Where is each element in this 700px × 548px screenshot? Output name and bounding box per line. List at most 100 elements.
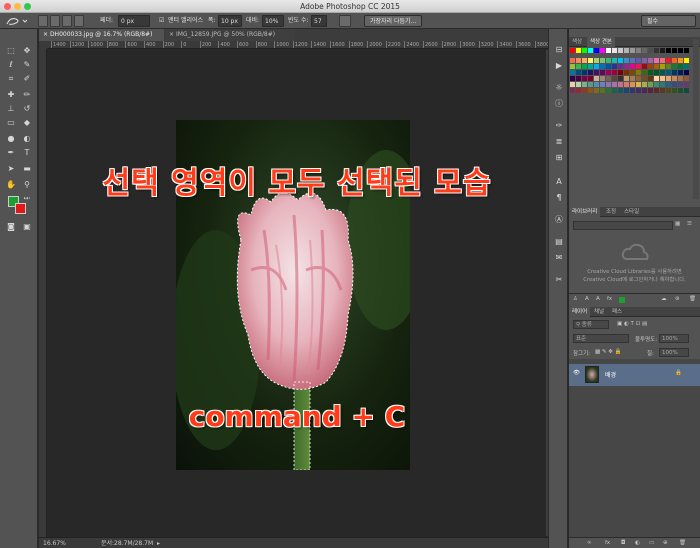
layer-name[interactable]: 배경 bbox=[605, 370, 616, 379]
adjustments-panel-icon[interactable]: ☼ bbox=[553, 83, 565, 93]
color-swatch[interactable] bbox=[576, 88, 581, 93]
color-swatch[interactable] bbox=[672, 82, 677, 87]
color-swatch[interactable] bbox=[582, 82, 587, 87]
color-swatch[interactable] bbox=[594, 58, 599, 63]
new-selection-icon[interactable] bbox=[38, 15, 48, 27]
color-swatch[interactable] bbox=[606, 70, 611, 75]
color-swatch[interactable] bbox=[600, 82, 605, 87]
color-swatch[interactable] bbox=[600, 70, 605, 75]
tools-preset-icon[interactable]: ✂ bbox=[553, 275, 565, 285]
color-swatch[interactable] bbox=[624, 58, 629, 63]
cloud-sync-icon[interactable]: ☁ bbox=[661, 296, 667, 302]
color-swatch[interactable] bbox=[588, 82, 593, 87]
width-input[interactable]: 10 px bbox=[218, 15, 242, 27]
color-swatch[interactable] bbox=[606, 88, 611, 93]
history-panel-icon[interactable]: ⊟ bbox=[553, 45, 565, 55]
character-panel-icon[interactable]: A bbox=[553, 177, 565, 187]
blend-mode-select[interactable]: 표준 bbox=[573, 334, 629, 343]
color-swatch[interactable] bbox=[636, 48, 641, 53]
tablet-pressure-icon[interactable] bbox=[339, 15, 351, 27]
color-swatch[interactable] bbox=[624, 70, 629, 75]
brush-tool-icon[interactable]: ✏ bbox=[20, 89, 34, 101]
color-swatch[interactable] bbox=[612, 70, 617, 75]
color-swatch[interactable] bbox=[666, 82, 671, 87]
color-swatch[interactable] bbox=[642, 70, 647, 75]
dodge-tool-icon[interactable]: ◐ bbox=[20, 133, 34, 145]
color-swatch[interactable] bbox=[570, 82, 575, 87]
trash-icon[interactable]: 🗑 bbox=[689, 296, 696, 302]
color-swatch[interactable] bbox=[654, 70, 659, 75]
status-menu-icon[interactable]: ▸ bbox=[157, 538, 160, 548]
new-layer-icon[interactable]: ⊕ bbox=[663, 540, 668, 546]
color-swatch[interactable] bbox=[684, 58, 689, 63]
color-swatch[interactable] bbox=[630, 48, 635, 53]
color-swatch[interactable] bbox=[588, 58, 593, 63]
color-swatch[interactable] bbox=[660, 88, 665, 93]
color-swatch[interactable] bbox=[678, 48, 683, 53]
library-select[interactable] bbox=[573, 221, 673, 230]
crop-tool-icon[interactable]: ⌗ bbox=[4, 73, 18, 85]
color-swatch[interactable] bbox=[654, 64, 659, 69]
color-swatch[interactable] bbox=[600, 58, 605, 63]
swap-colors-icon[interactable]: ↔ bbox=[22, 193, 30, 205]
tab-layers[interactable]: 레이어 bbox=[569, 307, 591, 317]
color-swatch[interactable] bbox=[582, 88, 587, 93]
color-swatch[interactable] bbox=[588, 70, 593, 75]
tab-swatches[interactable]: 색상 견본 bbox=[587, 37, 615, 47]
quick-select-tool-icon[interactable]: ✎ bbox=[20, 59, 34, 71]
color-swatch[interactable] bbox=[678, 82, 683, 87]
color-swatch[interactable] bbox=[660, 76, 665, 81]
color-swatch[interactable] bbox=[666, 58, 671, 63]
tab-paths[interactable]: 패스 bbox=[609, 307, 625, 317]
color-swatch[interactable] bbox=[624, 76, 629, 81]
color-swatch[interactable] bbox=[654, 82, 659, 87]
lasso-tool-icon[interactable]: ℓ bbox=[4, 59, 18, 71]
move-tool-icon[interactable]: ✥ bbox=[20, 45, 34, 57]
healing-brush-icon[interactable]: ✚ bbox=[4, 89, 18, 101]
color-swatch[interactable] bbox=[582, 48, 587, 53]
glyphs-panel-icon[interactable]: Ⓐ bbox=[553, 215, 565, 225]
rectangle-tool-icon[interactable]: ▬ bbox=[20, 163, 34, 175]
color-swatch[interactable] bbox=[624, 88, 629, 93]
color-swatch[interactable] bbox=[624, 64, 629, 69]
color-swatch[interactable] bbox=[660, 58, 665, 63]
tab-styles[interactable]: 스타일 bbox=[621, 207, 642, 217]
link-layers-icon[interactable]: ∞ bbox=[587, 540, 592, 546]
color-swatch[interactable] bbox=[582, 76, 587, 81]
color-swatch[interactable] bbox=[570, 76, 575, 81]
stock-icon[interactable]: ⊛ bbox=[675, 296, 680, 302]
frequency-input[interactable]: 57 bbox=[311, 15, 327, 27]
color-swatch[interactable] bbox=[624, 82, 629, 87]
antialias-checkbox[interactable]: ☑ bbox=[159, 15, 164, 27]
color-swatch[interactable] bbox=[624, 48, 629, 53]
color-swatch[interactable] bbox=[600, 64, 605, 69]
color-swatch[interactable] bbox=[684, 64, 689, 69]
color-swatch[interactable] bbox=[594, 48, 599, 53]
visibility-eye-icon[interactable]: 👁 bbox=[573, 370, 580, 376]
color-swatch[interactable] bbox=[636, 76, 641, 81]
canvas-area[interactable]: 선택 영역이 모두 선택된 모습 command + C bbox=[48, 50, 546, 536]
adjustment-layer-icon[interactable]: ◐ bbox=[635, 540, 640, 546]
color-swatch[interactable] bbox=[594, 88, 599, 93]
screen-mode-icon[interactable]: ▣ bbox=[20, 221, 34, 233]
color-swatch[interactable] bbox=[654, 58, 659, 63]
color-swatch[interactable] bbox=[684, 88, 689, 93]
color-swatch[interactable] bbox=[666, 88, 671, 93]
grid-view-icon[interactable]: ▦ bbox=[675, 221, 680, 227]
color-swatch[interactable] bbox=[630, 82, 635, 87]
eraser-tool-icon[interactable]: ▭ bbox=[4, 117, 18, 129]
tab-adjustments[interactable]: 조정 bbox=[603, 207, 619, 217]
color-swatch[interactable] bbox=[576, 82, 581, 87]
add-selection-icon[interactable] bbox=[50, 15, 60, 27]
horizontal-ruler[interactable]: 1400 1200 1000 800 600 400 200 0 200 400 600 800 100… bbox=[47, 41, 548, 49]
color-swatch[interactable] bbox=[618, 48, 623, 53]
add-paragraph-style-icon[interactable]: A bbox=[596, 296, 600, 302]
close-tab-icon[interactable]: × bbox=[43, 31, 50, 38]
color-swatch[interactable] bbox=[642, 64, 647, 69]
color-swatch[interactable] bbox=[636, 82, 641, 87]
color-swatch[interactable] bbox=[588, 64, 593, 69]
paint-bucket-icon[interactable]: ◆ bbox=[20, 117, 34, 129]
color-swatch[interactable] bbox=[618, 70, 623, 75]
color-swatch[interactable] bbox=[678, 58, 683, 63]
notes-panel-icon[interactable]: ✉ bbox=[553, 253, 565, 263]
